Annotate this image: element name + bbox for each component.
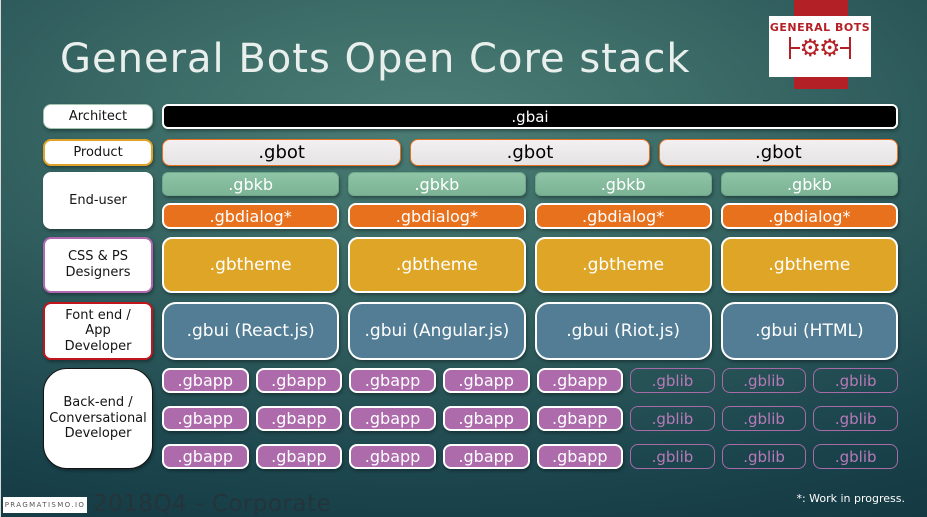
work-in-progress-note: *: Work in progress. bbox=[796, 492, 905, 505]
gbtheme-box: .gbtheme bbox=[162, 237, 340, 293]
gbot-box: .gbot bbox=[410, 139, 650, 166]
gbapp-box: .gbapp bbox=[536, 368, 624, 393]
gbot-box: .gbot bbox=[658, 139, 898, 166]
stack-diagram: Architect .gbai Product .gbot .gbot .gbo… bbox=[43, 104, 898, 469]
gbapp-box: .gbapp bbox=[349, 444, 436, 469]
gbui-box: .gbui (Angular.js) bbox=[348, 302, 526, 360]
row-end-user: End-user .gbkb .gbkb .gbkb .gbkb .gbdial… bbox=[43, 172, 898, 229]
gbapp-box: .gbapp bbox=[442, 444, 530, 469]
row-backend: Back-end / Conversational Developer .gba… bbox=[43, 368, 898, 469]
gbdialog-box: .gbdialog* bbox=[348, 203, 526, 229]
gbapp-box: .gbapp bbox=[442, 406, 530, 431]
gbapp-box: .gbapp bbox=[162, 368, 249, 393]
pragmatismo-logo: PRAGMATISMO.IO bbox=[3, 497, 87, 513]
label-product: Product bbox=[43, 139, 153, 166]
row-product: Product .gbot .gbot .gbot bbox=[43, 139, 898, 166]
gblib-box: .gblib bbox=[721, 406, 807, 431]
gbui-box: .gbui (React.js) bbox=[162, 302, 340, 360]
label-frontend: Font end / App Developer bbox=[43, 302, 153, 360]
footer-caption: 2018Q4 - Corporate bbox=[93, 491, 332, 517]
gbapp-box: .gbapp bbox=[162, 406, 249, 431]
gblib-box: .gblib bbox=[813, 368, 898, 393]
gbapp-box: .gbapp bbox=[536, 406, 624, 431]
label-architect: Architect bbox=[43, 104, 153, 129]
gblib-box: .gblib bbox=[721, 444, 807, 469]
gblib-box: .gblib bbox=[630, 406, 715, 431]
gblib-box: .gblib bbox=[630, 368, 715, 393]
gbui-box: .gbui (HTML) bbox=[720, 302, 898, 360]
gbtheme-box: .gbtheme bbox=[534, 237, 712, 293]
gear-icon: ⚙ bbox=[819, 34, 841, 62]
gbapp-box: .gbapp bbox=[536, 444, 624, 469]
label-end-user: End-user bbox=[43, 172, 153, 229]
gbapp-box: .gbapp bbox=[442, 368, 530, 393]
row-designers: CSS & PS Designers .gbtheme .gbtheme .gb… bbox=[43, 237, 898, 293]
slide: General Bots Open Core stack GENERAL BOT… bbox=[0, 0, 927, 517]
row-frontend: Font end / App Developer .gbui (React.js… bbox=[43, 302, 898, 360]
gbkb-box: .gbkb bbox=[534, 172, 712, 196]
gbapp-box: .gbapp bbox=[255, 406, 343, 431]
gbot-box: .gbot bbox=[162, 139, 402, 166]
label-backend: Back-end / Conversational Developer bbox=[43, 368, 153, 469]
gbdialog-box: .gbdialog* bbox=[162, 203, 340, 229]
gears-icon: ⚙ ⚙ bbox=[778, 35, 862, 61]
logo-brand-text: GENERAL BOTS bbox=[769, 21, 871, 34]
gear-line bbox=[839, 47, 849, 49]
gbkb-box: .gbkb bbox=[348, 172, 526, 196]
gbai-box: .gbai bbox=[162, 104, 898, 129]
gbdialog-box: .gbdialog* bbox=[534, 203, 712, 229]
gear-end-bar bbox=[848, 37, 851, 59]
page-title: General Bots Open Core stack bbox=[60, 36, 691, 82]
gbapp-box: .gbapp bbox=[349, 406, 436, 431]
row-architect: Architect .gbai bbox=[43, 104, 898, 129]
gbdialog-box: .gbdialog* bbox=[720, 203, 898, 229]
gblib-box: .gblib bbox=[813, 406, 898, 431]
gbapp-box: .gbapp bbox=[255, 368, 343, 393]
gbtheme-box: .gbtheme bbox=[348, 237, 526, 293]
gbapp-box: .gbapp bbox=[255, 444, 343, 469]
gblib-box: .gblib bbox=[630, 444, 715, 469]
gear-icon: ⚙ bbox=[799, 34, 821, 62]
gbapp-box: .gbapp bbox=[349, 368, 436, 393]
label-designers: CSS & PS Designers bbox=[43, 237, 153, 293]
gbui-box: .gbui (Riot.js) bbox=[534, 302, 712, 360]
gbkb-box: .gbkb bbox=[720, 172, 898, 196]
gblib-box: .gblib bbox=[721, 368, 807, 393]
gbkb-box: .gbkb bbox=[162, 172, 340, 196]
gbtheme-box: .gbtheme bbox=[720, 237, 898, 293]
general-bots-logo: GENERAL BOTS ⚙ ⚙ bbox=[769, 16, 871, 77]
gblib-box: .gblib bbox=[813, 444, 898, 469]
gbapp-box: .gbapp bbox=[162, 444, 249, 469]
